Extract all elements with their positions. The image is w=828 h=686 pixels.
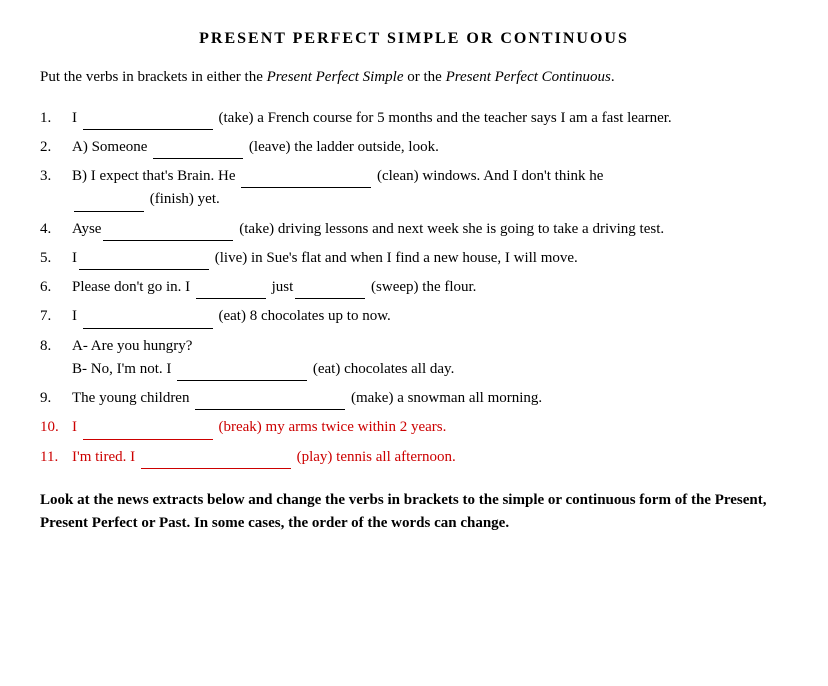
item-content: A) Someone (leave) the ladder outside, l… — [72, 136, 788, 159]
item-content: Ayse (take) driving lessons and next wee… — [72, 218, 788, 241]
list-item: 5. I (live) in Sue's flat and when I fin… — [40, 247, 788, 270]
item-number: 2. — [40, 136, 72, 159]
item-content: I (break) my arms twice within 2 years. — [72, 416, 788, 439]
item-content: B) I expect that's Brain. He (clean) win… — [72, 165, 788, 212]
item-number: 10. — [40, 416, 72, 439]
item-number: 4. — [40, 218, 72, 241]
blank-6b — [295, 285, 365, 299]
item-content: The young children (make) a snowman all … — [72, 387, 788, 410]
blank-4 — [103, 227, 233, 241]
blank-3a — [241, 174, 371, 188]
blank-8 — [177, 367, 307, 381]
item-content: I (take) a French course for 5 months an… — [72, 107, 788, 130]
blank-5 — [79, 256, 209, 270]
item-content: I (live) in Sue's flat and when I find a… — [72, 247, 788, 270]
item-number: 9. — [40, 387, 72, 410]
blank-7 — [83, 315, 213, 329]
item-number: 3. — [40, 165, 72, 212]
item-number: 8. — [40, 335, 72, 382]
list-item: 7. I (eat) 8 chocolates up to now. — [40, 305, 788, 328]
list-item: 9. The young children (make) a snowman a… — [40, 387, 788, 410]
exercise-list: 1. I (take) a French course for 5 months… — [40, 107, 788, 469]
item-number: 1. — [40, 107, 72, 130]
blank-11 — [141, 455, 291, 469]
blank-1 — [83, 116, 213, 130]
blank-2 — [153, 145, 243, 159]
blank-9 — [195, 396, 345, 410]
instructions: Put the verbs in brackets in either the … — [40, 66, 788, 89]
list-item: 10. I (break) my arms twice within 2 yea… — [40, 416, 788, 439]
item-number: 7. — [40, 305, 72, 328]
list-item: 8. A- Are you hungry? B- No, I'm not. I … — [40, 335, 788, 382]
item-content: I'm tired. I (play) tennis all afternoon… — [72, 446, 788, 469]
blank-6a — [196, 285, 266, 299]
item-content: I (eat) 8 chocolates up to now. — [72, 305, 788, 328]
blank-10 — [83, 426, 213, 440]
item-content: A- Are you hungry? B- No, I'm not. I (ea… — [72, 335, 788, 382]
list-item: 2. A) Someone (leave) the ladder outside… — [40, 136, 788, 159]
list-item: 1. I (take) a French course for 5 months… — [40, 107, 788, 130]
list-item: 3. B) I expect that's Brain. He (clean) … — [40, 165, 788, 212]
item-number: 11. — [40, 446, 72, 469]
section2-instructions: Look at the news extracts below and chan… — [40, 489, 788, 536]
item-number: 5. — [40, 247, 72, 270]
blank-3b — [74, 198, 144, 212]
item-content: Please don't go in. I just (sweep) the f… — [72, 276, 788, 299]
list-item: 6. Please don't go in. I just (sweep) th… — [40, 276, 788, 299]
page-title: PRESENT PERFECT SIMPLE OR CONTINUOUS — [40, 30, 788, 48]
list-item: 11. I'm tired. I (play) tennis all after… — [40, 446, 788, 469]
item-number: 6. — [40, 276, 72, 299]
list-item: 4. Ayse (take) driving lessons and next … — [40, 218, 788, 241]
